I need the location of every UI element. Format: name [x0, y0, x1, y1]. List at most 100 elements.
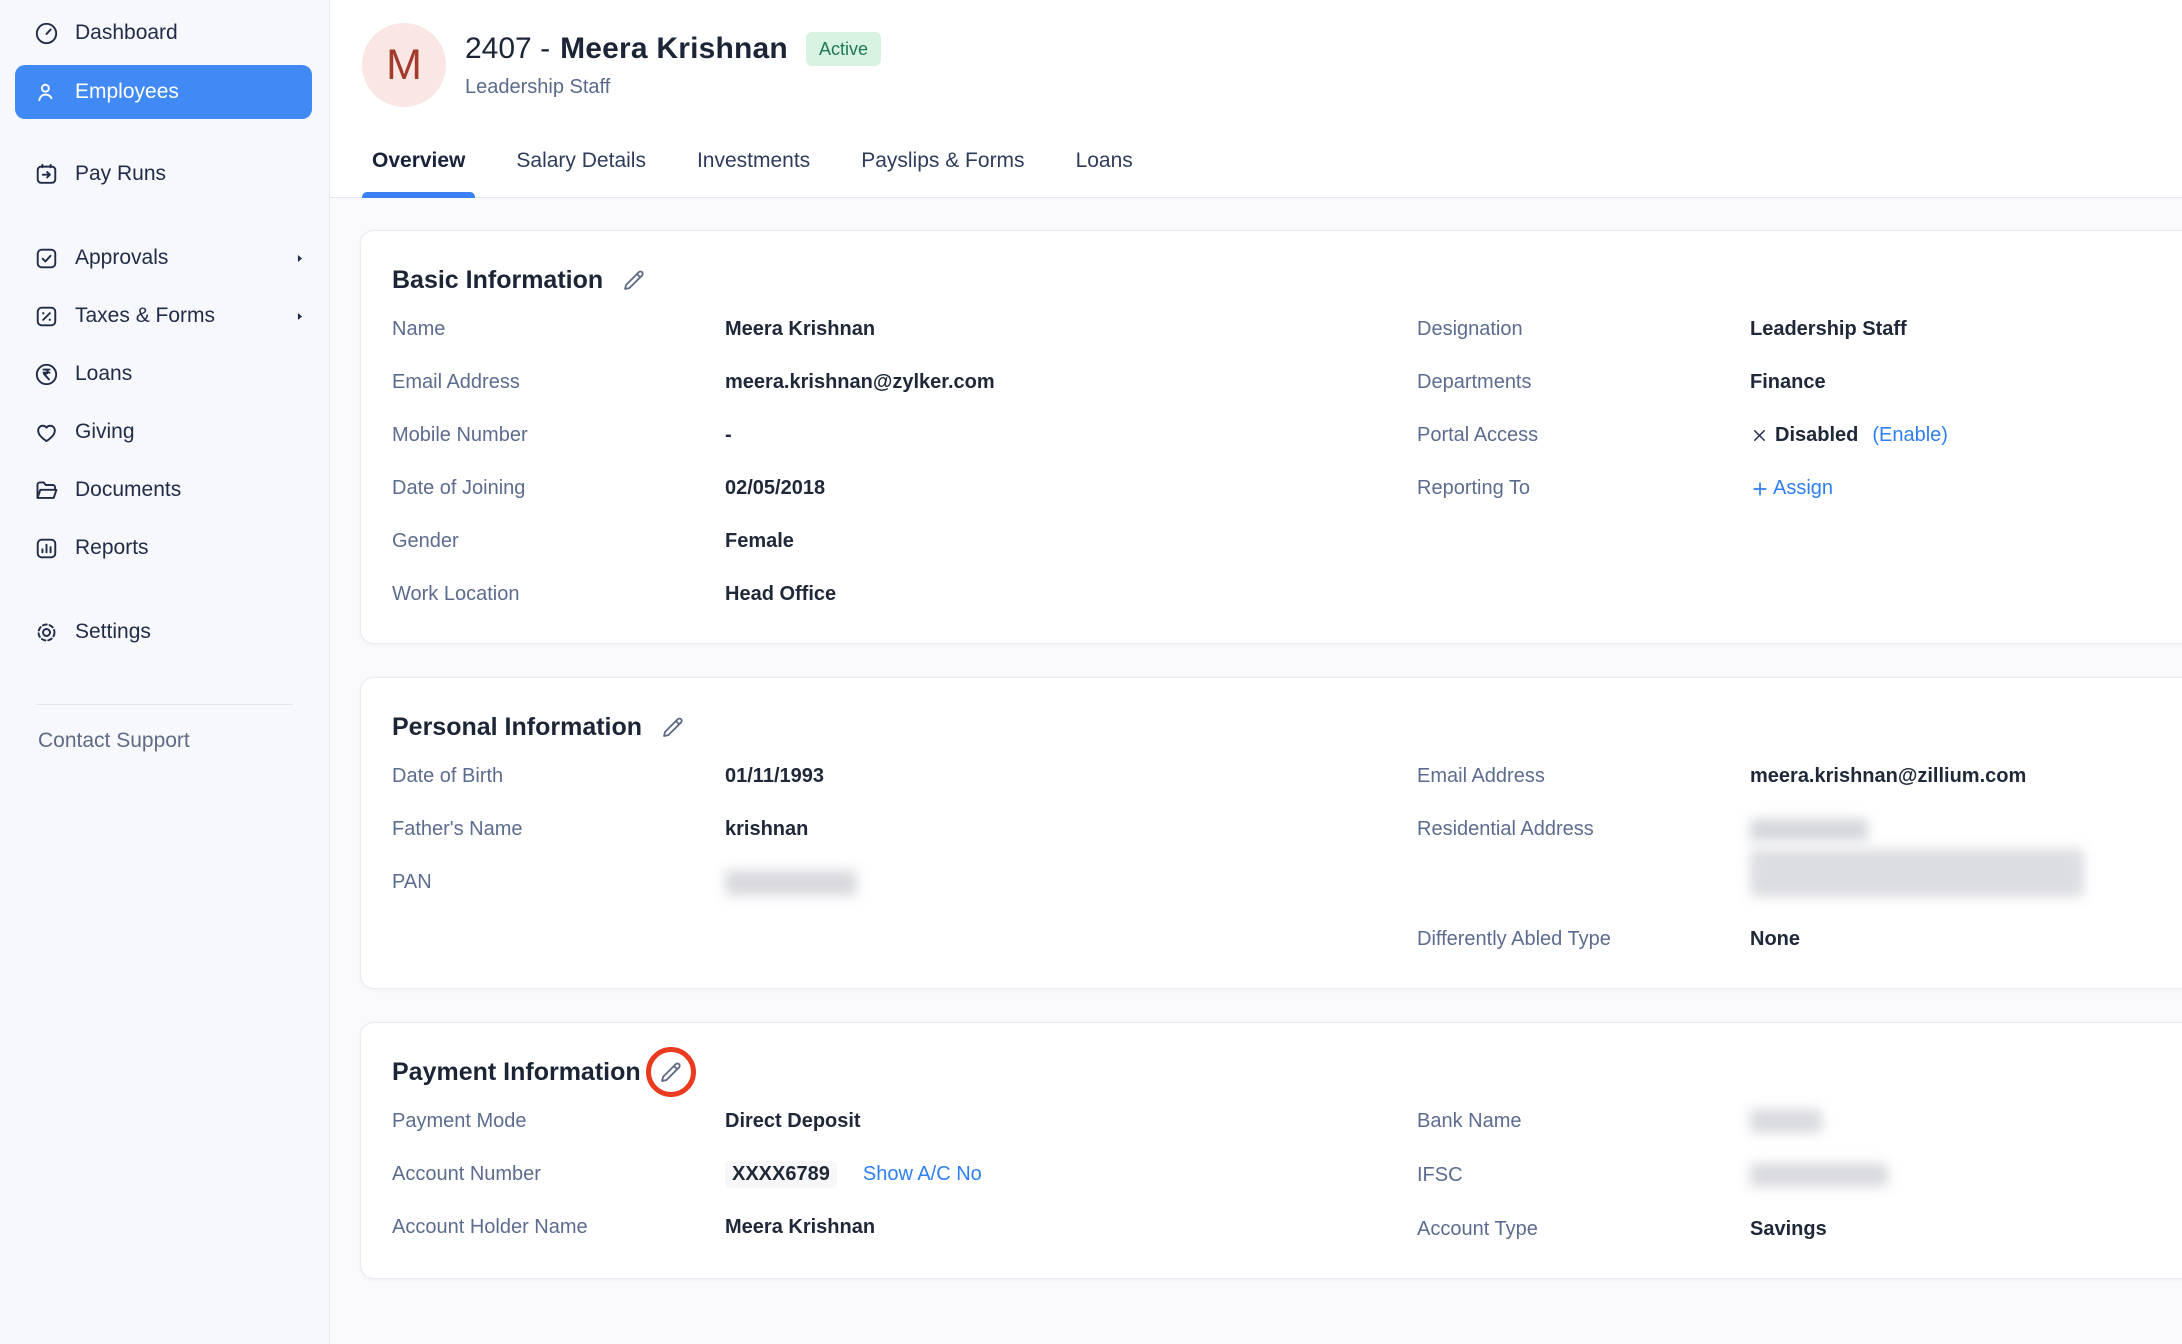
- sidebar-item-approvals[interactable]: Approvals: [0, 229, 329, 287]
- field-work-location: Work Location Head Office: [392, 584, 1417, 605]
- sidebar-item-taxes-forms[interactable]: Taxes & Forms: [0, 287, 329, 345]
- personal-information-edit-button[interactable]: [658, 713, 686, 741]
- employee-header: M 2407 - Meera Krishnan Active Leadershi…: [330, 0, 2182, 107]
- sidebar: Dashboard Employees Pay Runs: [0, 0, 330, 1344]
- basic-information-title-row: Basic Information: [392, 265, 2161, 295]
- enable-portal-link[interactable]: (Enable): [1872, 425, 1948, 446]
- section-title: Personal Information: [392, 713, 642, 742]
- sidebar-item-giving[interactable]: Giving: [0, 403, 329, 461]
- basic-right-column: Designation Leadership Staff Departments…: [1417, 319, 2161, 605]
- dashboard-icon: [33, 20, 60, 47]
- sidebar-item-label: Loans: [75, 362, 132, 386]
- chevron-right-icon: [290, 249, 309, 268]
- sidebar-item-documents[interactable]: Documents: [0, 461, 329, 519]
- employee-designation: Leadership Staff: [465, 76, 881, 99]
- sidebar-item-label: Reports: [75, 536, 149, 560]
- personal-information-grid: Date of Birth 01/11/1993 Father's Name k…: [392, 766, 2161, 950]
- pencil-icon: [659, 714, 686, 741]
- overview-content: Basic Information Name Meera Krishnan Em…: [330, 198, 2182, 1344]
- field-fathers-name: Father's Name krishnan: [392, 819, 1417, 840]
- field-pan: PAN: [392, 872, 1417, 896]
- documents-icon: [33, 477, 60, 504]
- masked-account-number: XXXX6789: [725, 1161, 837, 1188]
- field-ifsc: IFSC: [1417, 1165, 2161, 1187]
- sidebar-item-reports[interactable]: Reports: [0, 519, 329, 577]
- tab-loans[interactable]: Loans: [1071, 133, 1138, 197]
- field-account-number: Account Number XXXX6789 Show A/C No: [392, 1164, 1417, 1185]
- basic-information-grid: Name Meera Krishnan Email Address meera.…: [392, 319, 2161, 605]
- page-title: Meera Krishnan: [560, 32, 788, 66]
- sidebar-nav: Dashboard Employees Pay Runs: [0, 4, 329, 661]
- sidebar-item-label: Dashboard: [75, 21, 178, 45]
- tab-salary-details[interactable]: Salary Details: [511, 133, 651, 197]
- payment-right-column: Bank Name IFSC Account Type Savings: [1417, 1111, 2161, 1240]
- field-mobile-number: Mobile Number -: [392, 425, 1417, 446]
- field-name: Name Meera Krishnan: [392, 319, 1417, 340]
- sidebar-item-dashboard[interactable]: Dashboard: [0, 4, 329, 62]
- sidebar-item-settings[interactable]: Settings: [0, 603, 329, 661]
- sidebar-group-gap: [0, 577, 329, 603]
- tab-investments[interactable]: Investments: [692, 133, 815, 197]
- status-badge: Active: [806, 32, 881, 66]
- avatar-initial: M: [386, 41, 422, 90]
- residential-address-redacted: [1750, 819, 2084, 897]
- field-date-of-joining: Date of Joining 02/05/2018: [392, 478, 1417, 499]
- sidebar-item-employees[interactable]: Employees: [15, 65, 312, 119]
- field-personal-email: Email Address meera.krishnan@zillium.com: [1417, 766, 2161, 787]
- sidebar-item-pay-runs[interactable]: Pay Runs: [0, 145, 329, 203]
- field-departments: Departments Finance: [1417, 372, 2161, 393]
- personal-right-column: Email Address meera.krishnan@zillium.com…: [1417, 766, 2161, 950]
- field-residential-address: Residential Address: [1417, 819, 2161, 897]
- app-root: Dashboard Employees Pay Runs: [0, 0, 2182, 1344]
- field-designation: Designation Leadership Staff: [1417, 319, 2161, 340]
- giving-icon: [33, 419, 60, 446]
- chevron-right-icon: [290, 307, 309, 326]
- basic-information-edit-button[interactable]: [619, 266, 647, 294]
- sidebar-item-label: Settings: [75, 620, 151, 644]
- plus-icon: [1750, 479, 1770, 499]
- employees-icon: [33, 79, 60, 106]
- settings-icon: [33, 619, 60, 646]
- contact-support-link[interactable]: Contact Support: [0, 729, 329, 753]
- field-date-of-birth: Date of Birth 01/11/1993: [392, 766, 1417, 787]
- approvals-icon: [33, 245, 60, 272]
- loans-icon: [33, 361, 60, 388]
- personal-left-column: Date of Birth 01/11/1993 Father's Name k…: [392, 766, 1417, 950]
- sidebar-item-label: Approvals: [75, 246, 168, 270]
- field-account-type: Account Type Savings: [1417, 1219, 2161, 1240]
- pencil-icon: [620, 267, 647, 294]
- assign-reporting-to-link[interactable]: Assign: [1750, 478, 1833, 499]
- field-account-holder-name: Account Holder Name Meera Krishnan: [392, 1217, 1417, 1238]
- sidebar-item-loans[interactable]: Loans: [0, 345, 329, 403]
- ifsc-redacted: [1750, 1163, 1888, 1187]
- bank-name-redacted: [1750, 1109, 1822, 1133]
- field-payment-mode: Payment Mode Direct Deposit: [392, 1111, 1417, 1132]
- payment-information-edit-button[interactable]: [657, 1058, 685, 1086]
- tab-bar: Overview Salary Details Investments Pays…: [330, 133, 2182, 198]
- taxes-forms-icon: [33, 303, 60, 330]
- field-reporting-to: Reporting To Assign: [1417, 478, 2161, 499]
- payment-information-title-row: Payment Information: [392, 1057, 2161, 1087]
- show-account-number-link[interactable]: Show A/C No: [863, 1164, 982, 1185]
- page-header: M 2407 - Meera Krishnan Active Leadershi…: [330, 0, 2182, 198]
- field-email-address: Email Address meera.krishnan@zylker.com: [392, 372, 1417, 393]
- reports-icon: [33, 535, 60, 562]
- tab-payslips-forms[interactable]: Payslips & Forms: [856, 133, 1029, 197]
- employee-name-row: 2407 - Meera Krishnan Active: [465, 32, 881, 66]
- sidebar-item-label: Pay Runs: [75, 162, 166, 186]
- employee-id: 2407 -: [465, 32, 550, 66]
- field-bank-name: Bank Name: [1417, 1111, 2161, 1133]
- pencil-icon: [657, 1059, 684, 1086]
- section-title: Basic Information: [392, 266, 603, 295]
- sidebar-item-label: Taxes & Forms: [75, 304, 215, 328]
- field-gender: Gender Female: [392, 531, 1417, 552]
- section-title: Payment Information: [392, 1058, 641, 1087]
- field-differently-abled-type: Differently Abled Type None: [1417, 929, 2161, 950]
- sidebar-item-label: Employees: [75, 80, 179, 104]
- pay-runs-icon: [33, 161, 60, 188]
- payment-left-column: Payment Mode Direct Deposit Account Numb…: [392, 1111, 1417, 1240]
- sidebar-divider: [36, 704, 293, 705]
- sidebar-item-label: Giving: [75, 420, 135, 444]
- tab-overview[interactable]: Overview: [367, 133, 470, 197]
- x-disabled-icon: [1750, 426, 1769, 445]
